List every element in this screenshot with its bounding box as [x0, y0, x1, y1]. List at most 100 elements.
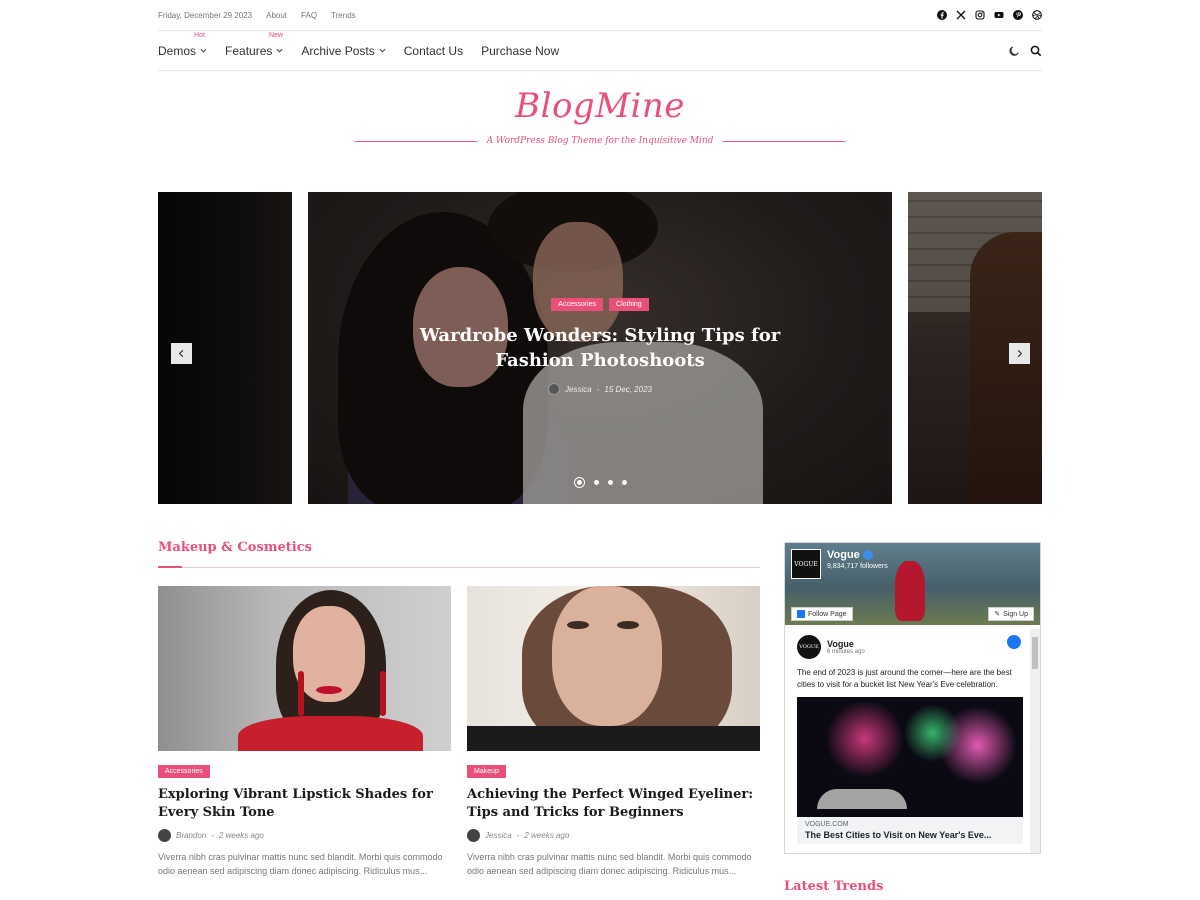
nav-item-label: Features: [225, 43, 273, 58]
slide-current[interactable]: Accessories Clothing Wardrobe Wonders: S…: [308, 192, 892, 504]
facebook-cover-photo[interactable]: VOGUE Vogue 9,834,717 followers Follow P…: [785, 543, 1040, 625]
site-branding: BlogMine A WordPress Blog Theme for the …: [158, 82, 1042, 146]
top-link-about[interactable]: About: [266, 11, 287, 20]
moon-icon[interactable]: [1008, 45, 1020, 57]
facebook-post: VOGUE Vogue 6 minutes ago The end of 202…: [791, 629, 1029, 851]
widget-scrollbar[interactable]: [1030, 629, 1040, 853]
nav-item-label: Purchase Now: [481, 43, 560, 58]
post-text: The end of 2023 is just around the corne…: [797, 668, 1012, 689]
slide-content: Accessories Clothing Wardrobe Wonders: S…: [308, 298, 892, 395]
pinterest-icon[interactable]: [1013, 10, 1023, 20]
pencil-icon: ✎: [994, 611, 1001, 618]
instagram-icon[interactable]: [975, 10, 985, 20]
post-author-name[interactable]: Vogue: [827, 639, 865, 649]
top-bar: Friday, December 29 2023 About FAQ Trend…: [158, 0, 1042, 31]
post-meta: Jessica - 2 weeks ago: [467, 829, 760, 842]
scrollbar-thumb[interactable]: [1032, 637, 1038, 669]
hot-tag: Hot: [194, 31, 205, 39]
slider-dot[interactable]: [621, 480, 627, 485]
post-time: 2 weeks ago: [524, 831, 570, 840]
post-cards: Accessories Exploring Vibrant Lipstick S…: [158, 586, 760, 878]
post-author[interactable]: Brandon: [176, 831, 206, 840]
slider-next-button[interactable]: [1009, 343, 1030, 364]
post-author-block: Vogue 6 minutes ago: [827, 639, 865, 655]
slide-author[interactable]: Jessica: [565, 385, 592, 394]
chevron-down-icon: [200, 48, 207, 53]
nav-item-label: Contact Us: [403, 43, 464, 58]
thumbnail-eye: [617, 621, 639, 629]
slider-dot[interactable]: [573, 477, 585, 488]
category-badge[interactable]: Clothing: [609, 298, 649, 311]
slide-photo-hair: [970, 232, 1042, 504]
nav-item-demos[interactable]: Hot Demos: [158, 32, 207, 58]
meta-separator: -: [596, 384, 600, 394]
avatar: [158, 829, 171, 842]
post-title[interactable]: Achieving the Perfect Winged Eyeliner: T…: [467, 786, 760, 822]
sign-up-button[interactable]: ✎ Sign Up: [988, 607, 1034, 621]
link-title: The Best Cities to Visit on New Year's E…: [805, 830, 992, 840]
facebook-post-header: VOGUE Vogue 6 minutes ago: [797, 635, 1029, 659]
thumbnail-fur: [467, 726, 760, 751]
post-time: 2 weeks ago: [218, 831, 264, 840]
post-image[interactable]: [797, 697, 1023, 817]
nav-item-purchase-now[interactable]: Purchase Now: [481, 44, 559, 58]
facebook-page-widget: VOGUE Vogue 9,834,717 followers Follow P…: [784, 542, 1041, 854]
post-author[interactable]: Jessica: [485, 831, 512, 840]
post-image-building: [817, 789, 907, 809]
post-excerpt: Viverra nibh cras pulvinar mattis nunc s…: [158, 852, 443, 876]
top-bar-left: Friday, December 29 2023 About FAQ Trend…: [158, 11, 356, 20]
tagline-divider-right: [723, 140, 846, 142]
slide-meta: Jessica - 15 Dec, 2023: [308, 383, 892, 395]
current-date: Friday, December 29 2023: [158, 10, 253, 20]
post-thumbnail[interactable]: [467, 586, 760, 751]
facebook-page-logo[interactable]: VOGUE: [791, 549, 821, 579]
post-title[interactable]: Exploring Vibrant Lipstick Shades for Ev…: [158, 786, 451, 822]
site-tagline: A WordPress Blog Theme for the Inquisiti…: [486, 136, 714, 146]
top-link-faq[interactable]: FAQ: [301, 11, 317, 20]
cover-figure: [895, 561, 925, 621]
site-logo[interactable]: BlogMine: [158, 82, 1042, 130]
dribbble-icon[interactable]: [1032, 10, 1042, 20]
meta-separator: -: [211, 831, 214, 840]
slider-dot[interactable]: [593, 480, 599, 485]
thumbnail-earring: [380, 671, 386, 716]
makeup-section: Makeup & Cosmetics Accessories Exploring…: [158, 540, 760, 878]
category-badge[interactable]: Accessories: [158, 765, 210, 778]
tagline-divider-left: [354, 140, 477, 142]
post-timestamp[interactable]: 6 minutes ago: [827, 649, 865, 655]
x-icon[interactable]: [956, 10, 966, 20]
latest-trends-title: Latest Trends: [784, 879, 884, 894]
verified-badge-icon: [862, 550, 873, 560]
facebook-icon: [797, 610, 805, 618]
youtube-icon[interactable]: [994, 10, 1004, 20]
link-domain: VOGUE.COM: [805, 821, 849, 828]
follow-page-button[interactable]: Follow Page: [791, 607, 853, 621]
nav-item-label: Demos: [158, 43, 197, 58]
facebook-followers: 9,834,717 followers: [827, 563, 888, 570]
slide-date: 15 Dec, 2023: [604, 384, 652, 394]
slider-prev-button[interactable]: [171, 343, 192, 364]
avatar: [548, 383, 561, 395]
nav-item-features[interactable]: New Features: [225, 32, 283, 58]
nav-item-archive-posts[interactable]: Archive Posts: [301, 44, 386, 58]
top-link-trends[interactable]: Trends: [331, 11, 356, 20]
sign-up-label: Sign Up: [1003, 610, 1028, 618]
nav-item-contact-us[interactable]: Contact Us: [404, 44, 463, 58]
chevron-left-icon: [178, 349, 184, 358]
slide-title[interactable]: Wardrobe Wonders: Styling Tips for Fashi…: [390, 323, 810, 373]
facebook-icon[interactable]: [937, 10, 947, 20]
facebook-page-name[interactable]: Vogue: [827, 549, 860, 561]
post-link-preview[interactable]: VOGUE.COM The Best Cities to Visit on Ne…: [797, 817, 1023, 844]
post-thumbnail[interactable]: [158, 586, 451, 751]
post-meta: Brandon - 2 weeks ago: [158, 829, 451, 842]
post-card: Accessories Exploring Vibrant Lipstick S…: [158, 586, 451, 878]
thumbnail-eye: [567, 621, 589, 629]
search-icon[interactable]: [1030, 45, 1042, 57]
category-badge[interactable]: Accessories: [551, 298, 604, 311]
section-title: Makeup & Cosmetics: [158, 540, 312, 555]
post-avatar[interactable]: VOGUE: [797, 635, 821, 659]
category-badge[interactable]: Makeup: [467, 765, 506, 778]
menu: Hot Demos New Features Archive Posts Con…: [158, 32, 559, 58]
slider-dot[interactable]: [607, 480, 613, 485]
facebook-logo-icon[interactable]: [1007, 635, 1021, 649]
